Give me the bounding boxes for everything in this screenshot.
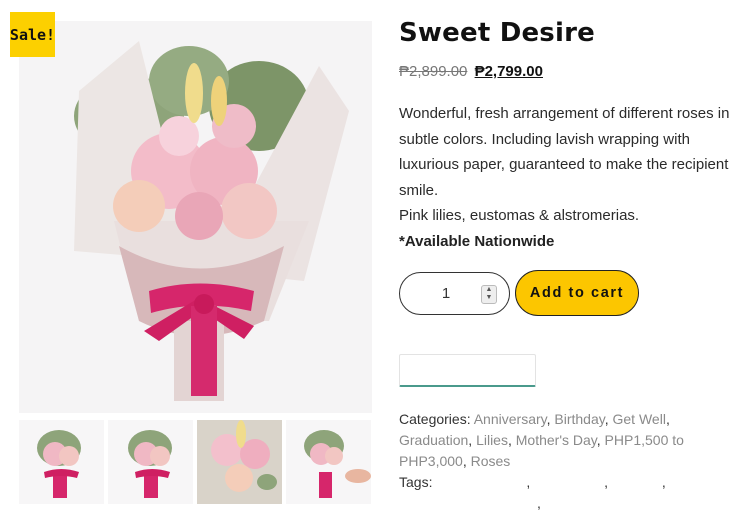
- product-description: Wonderful, fresh arrangement of differen…: [399, 101, 744, 254]
- category-link[interactable]: Lilies: [476, 432, 508, 448]
- thumbnail-2[interactable]: [108, 420, 193, 504]
- add-to-cart-button[interactable]: Add to cart: [515, 270, 639, 316]
- description-line: Pink lilies, eustomas & alstromerias.: [399, 207, 640, 224]
- category-link[interactable]: Anniversary: [474, 411, 547, 427]
- category-link[interactable]: Birthday: [554, 411, 604, 427]
- category-link[interactable]: Graduation: [399, 432, 468, 448]
- category-link[interactable]: Mother's Day: [516, 432, 597, 448]
- thumbnail-1[interactable]: [19, 420, 104, 504]
- number-spinner-icon[interactable]: ▲ ▼: [481, 284, 497, 304]
- tag-link[interactable]: [399, 496, 537, 508]
- product-main-image[interactable]: [19, 21, 372, 413]
- description-line: Wonderful, fresh arrangement of differen…: [399, 105, 730, 122]
- thumbnail-4[interactable]: [286, 420, 371, 504]
- categories-line: Categories: Anniversary, Birthday, Get W…: [399, 411, 684, 469]
- price-original: ₱2,899.00: [399, 63, 468, 80]
- categories-label: Categories:: [399, 411, 471, 427]
- category-link[interactable]: Get Well: [613, 411, 666, 427]
- description-line: luxurious paper, guaranteed to make the …: [399, 156, 729, 173]
- thumbnail-strip: [19, 420, 372, 504]
- description-line: smile.: [399, 181, 439, 199]
- tags-line: Tags: , , , ,: [399, 474, 666, 511]
- bouquet-illustration: [74, 41, 349, 401]
- sale-badge: Sale!: [10, 12, 55, 57]
- add-to-cart-form: ▲▼ Add to cart: [399, 270, 744, 316]
- category-link[interactable]: Roses: [471, 453, 511, 469]
- quantity-stepper: ▲▼: [399, 271, 510, 315]
- price-sale: ₱2,799.00: [474, 63, 543, 80]
- product-title: Sweet Desire: [399, 18, 595, 48]
- product-summary: Sweet Desire ₱2,899.00 ₱2,799.00 Wonderf…: [399, 14, 744, 514]
- thumbnail-3[interactable]: [197, 420, 282, 504]
- tag-link[interactable]: [436, 475, 526, 487]
- tag-link[interactable]: [534, 475, 604, 487]
- tags-label: Tags:: [399, 474, 433, 490]
- availability-note: *Available Nationwide: [399, 232, 555, 250]
- description-line: subtle colors. Including lavish wrapping…: [399, 130, 690, 148]
- quantity-input[interactable]: [406, 284, 486, 302]
- tag-link[interactable]: [612, 475, 662, 487]
- blank-input-field[interactable]: [399, 354, 536, 387]
- product-meta: Categories: Anniversary, Birthday, Get W…: [399, 409, 744, 514]
- price: ₱2,899.00 ₱2,799.00: [399, 62, 744, 82]
